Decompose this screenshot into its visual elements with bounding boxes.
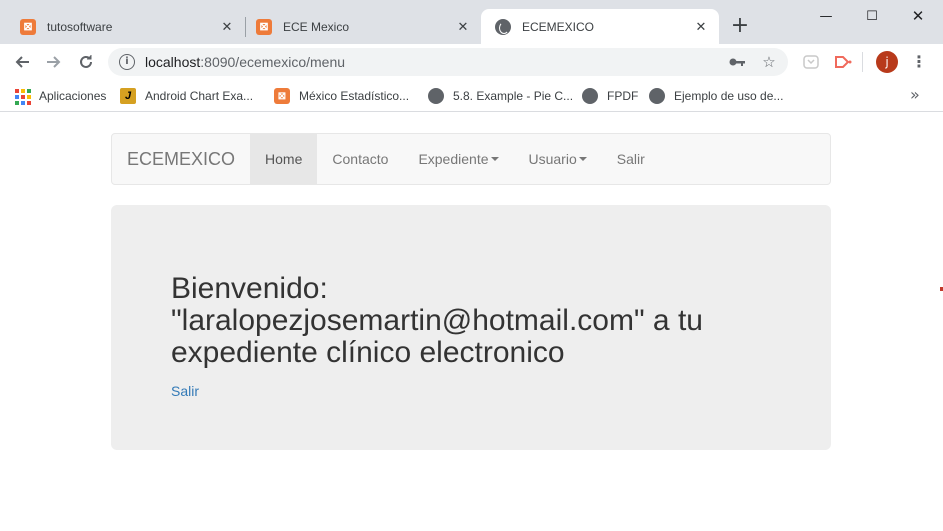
nav-label: Home [265, 151, 303, 167]
welcome-line-1: Bienvenido: [171, 272, 328, 305]
maximize-button[interactable]: ☐ [849, 0, 895, 32]
reload-icon [80, 55, 92, 68]
profile-avatar[interactable]: j [876, 51, 898, 73]
bookmarks-overflow-button[interactable]: » [910, 85, 920, 104]
arrow-right-icon [47, 56, 61, 68]
navbar-brand[interactable]: ECEMEXICO [112, 134, 250, 184]
welcome-heading: Bienvenido: "laralopezjosemartin@hotmail… [171, 273, 771, 369]
nav-salir[interactable]: Salir [602, 134, 660, 184]
bookmark-aplicaciones[interactable]: Aplicaciones [14, 86, 106, 106]
tab-tutosoftware[interactable]: ⊠ tutosoftware ✕ [0, 9, 245, 44]
url-host: localhost [145, 54, 201, 70]
bookmark-pie-chart-example[interactable]: 5.8. Example - Pie C... [428, 86, 573, 106]
close-icon[interactable]: ✕ [693, 19, 709, 35]
more-vert-icon[interactable]: ⋮ [909, 51, 929, 73]
xampp-icon: ⊠ [20, 18, 36, 35]
bookmark-fpdf[interactable]: FPDF [582, 86, 638, 106]
nav-label: Expediente [418, 151, 489, 167]
tab-ecemexico[interactable]: ECEMEXICO ✕ [481, 9, 719, 44]
new-tab-button[interactable]: + [729, 15, 751, 37]
tab-ece-mexico[interactable]: ⊠ ECE Mexico ✕ [236, 9, 481, 44]
bookmark-label: Android Chart Exa... [145, 89, 254, 103]
bookmark-label: FPDF [607, 89, 639, 103]
back-button[interactable] [10, 50, 34, 74]
toolbar-divider [862, 52, 863, 72]
cast-extension-icon[interactable] [834, 53, 852, 71]
caret-down-icon [578, 157, 587, 161]
forward-button[interactable] [42, 50, 66, 74]
tab-label: ECEMEXICO [522, 19, 595, 34]
minimize-button[interactable]: — [803, 0, 849, 32]
logout-link[interactable]: Salir [171, 383, 199, 399]
bookmark-ejemplo-de-uso[interactable]: Ejemplo de uso de... [649, 86, 783, 106]
close-icon[interactable]: ✕ [455, 19, 471, 35]
caret-down-icon [490, 157, 499, 161]
url-path: :8090/ecemexico/menu [200, 54, 346, 70]
bookmark-android-chart[interactable]: J Android Chart Exa... [120, 86, 253, 106]
info-icon[interactable]: i [119, 54, 135, 70]
globe-icon [649, 88, 665, 104]
star-icon[interactable]: ☆ [760, 53, 778, 71]
apps-grid-icon [14, 88, 31, 105]
welcome-line-2: "laralopezjosemartin@hotmail.com" a tu [171, 304, 703, 337]
pocket-extension-icon[interactable] [802, 53, 820, 71]
bookmark-mexico-estadistico[interactable]: ⊠ México Estadístico... [274, 86, 409, 106]
arrow-left-icon [15, 56, 29, 68]
bookmark-label: Ejemplo de uso de... [674, 89, 784, 103]
xampp-icon: ⊠ [274, 88, 290, 104]
tab-label: ECE Mexico [283, 19, 350, 34]
key-icon[interactable] [728, 53, 746, 71]
nav-home[interactable]: Home [250, 134, 318, 184]
reload-button[interactable] [74, 50, 98, 74]
site-navbar: ECEMEXICO Home Contacto Expediente Usuar… [111, 133, 831, 185]
window-close-button[interactable]: ✕ [895, 0, 941, 32]
nav-contacto[interactable]: Contacto [317, 134, 403, 184]
welcome-line-3: expediente clínico electronico [171, 336, 565, 369]
url-text: localhost:8090/ecemexico/menu [145, 54, 345, 70]
globe-icon [495, 18, 511, 35]
nav-label: Contacto [332, 151, 389, 167]
bookmark-label: 5.8. Example - Pie C... [453, 89, 574, 103]
globe-icon [582, 88, 598, 104]
browser-toolbar: i localhost:8090/ecemexico/menu ☆ j ⋮ [0, 44, 943, 80]
xampp-icon: ⊠ [256, 18, 272, 35]
welcome-jumbotron: Bienvenido: "laralopezjosemartin@hotmail… [111, 205, 831, 450]
nav-label: Salir [616, 151, 645, 167]
close-icon[interactable]: ✕ [219, 19, 235, 35]
globe-icon [428, 88, 444, 104]
bookmark-label: México Estadístico... [299, 89, 410, 103]
nav-usuario-dropdown[interactable]: Usuario [514, 134, 602, 184]
bookmarks-bar: Aplicaciones J Android Chart Exa... ⊠ Mé… [0, 80, 943, 112]
nav-expediente-dropdown[interactable]: Expediente [403, 134, 513, 184]
android-chart-icon: J [120, 88, 136, 104]
bookmark-label: Aplicaciones [39, 89, 107, 103]
nav-label: Usuario [528, 151, 577, 167]
tab-label: tutosoftware [47, 19, 113, 34]
tab-strip: ⊠ tutosoftware ✕ ⊠ ECE Mexico ✕ ECEMEXIC… [0, 0, 943, 44]
address-bar[interactable]: i localhost:8090/ecemexico/menu ☆ [108, 48, 788, 76]
